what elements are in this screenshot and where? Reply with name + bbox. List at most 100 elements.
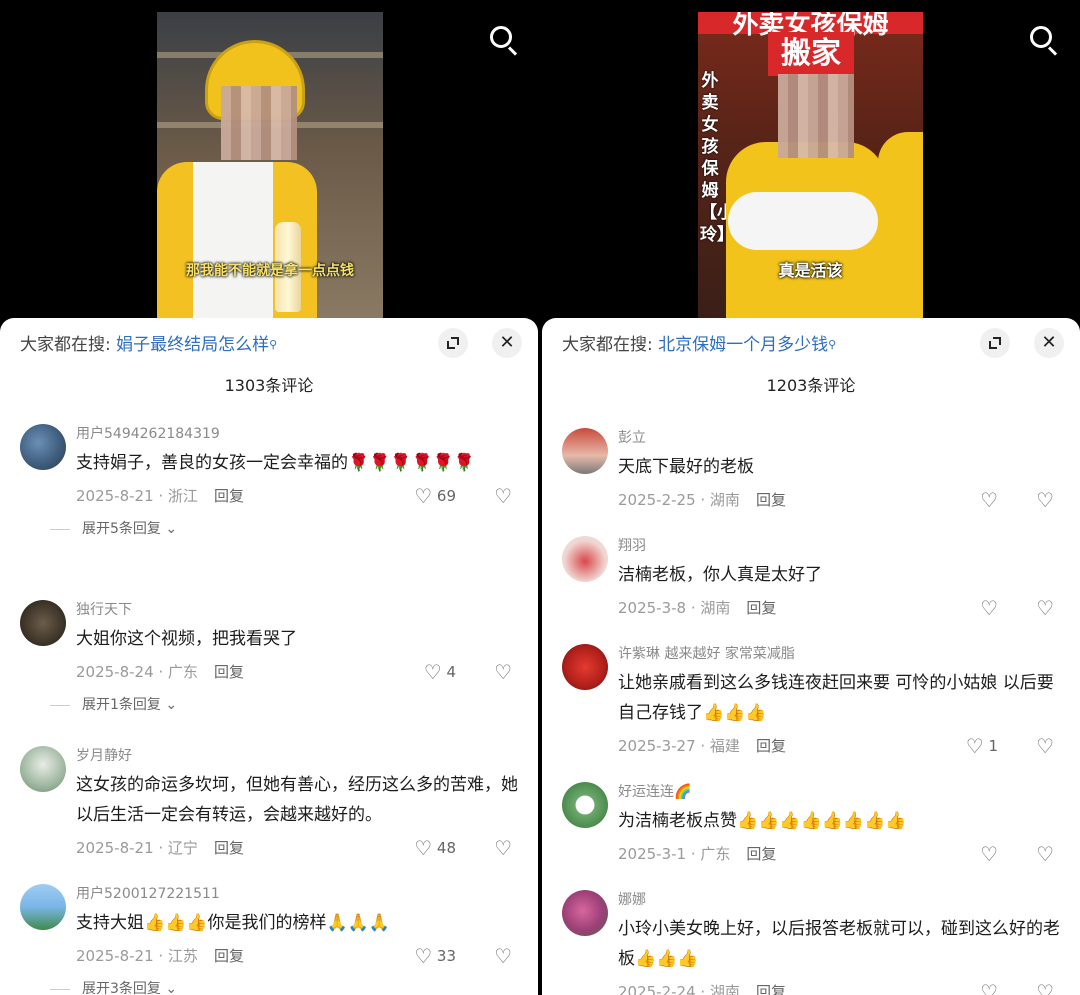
- heart-icon: ♡: [414, 836, 433, 860]
- expand-button[interactable]: [438, 328, 468, 358]
- comment-text: 支持娟子，善良的女孩一定会幸福的🌹🌹🌹🌹🌹🌹: [76, 453, 476, 473]
- search-prefix: 大家都在搜:: [20, 335, 111, 355]
- comment-date: 2025-2-25 · 湖南: [618, 491, 740, 509]
- like-button[interactable]: ♡ 48: [414, 834, 456, 862]
- close-button[interactable]: ✕: [1034, 328, 1064, 358]
- jacket-reflection: [878, 132, 923, 318]
- close-icon: ✕: [499, 332, 515, 353]
- broken-heart-icon[interactable]: ♡: [494, 658, 512, 686]
- comment-author[interactable]: 好运连连🌈: [618, 782, 1060, 802]
- heart-icon: ♡: [965, 734, 984, 758]
- search-term[interactable]: 北京保姆一个月多少钱: [658, 335, 828, 355]
- broken-heart-icon[interactable]: ♡: [494, 834, 512, 862]
- avatar[interactable]: [562, 644, 608, 690]
- comment-text: 这女孩的命运多坎坷，但她有善心，经历这么多的苦难，她以后生活一定会有转运，会越来…: [76, 775, 518, 825]
- like-count: 1: [988, 737, 998, 755]
- search-term[interactable]: 娟子最终结局怎么样: [116, 335, 269, 355]
- reply-button[interactable]: 回复: [214, 947, 244, 965]
- comment-date: 2025-3-27 · 福建: [618, 737, 740, 755]
- expand-button[interactable]: [980, 328, 1010, 358]
- heart-icon: ♡: [423, 660, 442, 684]
- search-icon[interactable]: [1028, 24, 1060, 56]
- comment-author[interactable]: 用户5200127221511: [76, 884, 518, 904]
- comment-author[interactable]: 许紫琳 越来越好 家常菜减脂: [618, 644, 1060, 664]
- avatar[interactable]: [562, 782, 608, 828]
- comment-author[interactable]: 翔羽: [618, 536, 1060, 556]
- comment-text: 大姐你这个视频，把我看哭了: [76, 629, 297, 649]
- comment-date: 2025-8-21 · 辽宁: [76, 839, 198, 857]
- comment-text: 小玲小美女晚上好，以后报答老板就可以，碰到这么好的老板👍👍👍: [618, 919, 1060, 969]
- comment-date: 2025-3-1 · 广东: [618, 845, 731, 863]
- avatar[interactable]: [562, 890, 608, 936]
- reply-button[interactable]: 回复: [214, 839, 244, 857]
- comment-count: 1303条评论: [224, 376, 314, 395]
- broken-heart-icon[interactable]: ♡: [1036, 486, 1054, 514]
- close-icon: ✕: [1041, 332, 1057, 353]
- broken-heart-icon[interactable]: ♡: [1036, 732, 1054, 760]
- like-button[interactable]: ♡: [980, 978, 998, 995]
- avatar[interactable]: [20, 424, 66, 470]
- comment-text: 支持大姐👍👍👍你是我们的榜样🙏🙏🙏: [76, 913, 391, 933]
- reply-button[interactable]: 回复: [746, 845, 776, 863]
- reply-button[interactable]: 回复: [756, 737, 786, 755]
- avatar[interactable]: [20, 600, 66, 646]
- like-count: 33: [436, 947, 456, 965]
- reply-button[interactable]: 回复: [214, 663, 244, 681]
- comment-author[interactable]: 用户5494262184319: [76, 424, 518, 444]
- like-button[interactable]: ♡: [980, 840, 998, 868]
- small-search-icon: ⚲: [828, 338, 837, 351]
- like-button[interactable]: ♡ 1: [966, 732, 998, 760]
- reply-button[interactable]: 回复: [756, 983, 786, 995]
- comment-author[interactable]: 岁月静好: [76, 746, 518, 766]
- comment-sheet: 大家都在搜: 北京保姆一个月多少钱⚲ ✕ 1203条评论 彭立 天底下最好的老板…: [542, 318, 1080, 995]
- expand-replies[interactable]: 展开5条回复 ⌄: [50, 518, 518, 540]
- broken-heart-icon[interactable]: ♡: [1036, 840, 1054, 868]
- video-move-label: 搬家: [768, 32, 854, 76]
- video-player[interactable]: 那我能不能就是拿一点点钱: [0, 0, 540, 318]
- heart-icon: ♡: [980, 488, 998, 512]
- blurred-face: [778, 74, 854, 158]
- comment-date: 2025-8-21 · 江苏: [76, 947, 198, 965]
- comment-author[interactable]: 彭立: [618, 428, 1060, 448]
- comment-text: 让她亲戚看到这么多钱连夜赶回来要 可怜的小姑娘 以后要自己存钱了👍👍👍: [618, 673, 1054, 723]
- broken-heart-icon[interactable]: ♡: [494, 942, 512, 970]
- reply-button[interactable]: 回复: [214, 487, 244, 505]
- expand-icon: [989, 337, 1001, 349]
- comment-text: 洁楠老板，你人真是太好了: [618, 565, 822, 585]
- reply-button[interactable]: 回复: [746, 599, 776, 617]
- heart-icon: ♡: [980, 980, 998, 995]
- video-subtitle: 那我能不能就是拿一点点钱: [186, 263, 354, 279]
- heart-icon: ♡: [980, 842, 998, 866]
- left-panel: 那我能不能就是拿一点点钱 大家都在搜: 娟子最终结局怎么样⚲ ✕ 1303条评论…: [0, 0, 540, 995]
- comment-author[interactable]: 娜娜: [618, 890, 1060, 910]
- like-button[interactable]: ♡: [980, 486, 998, 514]
- like-button[interactable]: ♡ 69: [414, 482, 456, 510]
- expand-replies[interactable]: 展开1条回复 ⌄: [50, 694, 518, 716]
- broken-heart-icon[interactable]: ♡: [1036, 978, 1054, 995]
- avatar[interactable]: [20, 884, 66, 930]
- search-icon[interactable]: [488, 24, 520, 56]
- search-prefix: 大家都在搜:: [562, 335, 653, 355]
- blurred-face: [221, 86, 297, 160]
- avatar[interactable]: [20, 746, 66, 792]
- shirt: [193, 162, 273, 318]
- comment-date: 2025-3-8 · 湖南: [618, 599, 731, 617]
- comment-author[interactable]: 独行天下: [76, 600, 518, 620]
- like-button[interactable]: ♡: [980, 594, 998, 622]
- broken-heart-icon[interactable]: ♡: [494, 482, 512, 510]
- comment-sheet: 大家都在搜: 娟子最终结局怎么样⚲ ✕ 1303条评论 用户5494262184…: [0, 318, 538, 995]
- reply-button[interactable]: 回复: [756, 491, 786, 509]
- comment-text: 天底下最好的老板: [618, 457, 754, 477]
- expand-replies[interactable]: 展开3条回复 ⌄: [50, 978, 518, 995]
- video-player[interactable]: 外卖女孩保姆 搬家 外卖女孩保姆【小玲】 真是活该: [540, 0, 1080, 318]
- video-banner: 外卖女孩保姆: [698, 12, 923, 40]
- like-button[interactable]: ♡ 4: [424, 658, 456, 686]
- avatar[interactable]: [562, 536, 608, 582]
- avatar[interactable]: [562, 428, 608, 474]
- sleeve: [728, 192, 878, 250]
- broken-heart-icon[interactable]: ♡: [1036, 594, 1054, 622]
- comment-date: 2025-2-24 · 湖南: [618, 983, 740, 995]
- close-button[interactable]: ✕: [492, 328, 522, 358]
- like-button[interactable]: ♡ 33: [414, 942, 456, 970]
- right-panel: 外卖女孩保姆 搬家 外卖女孩保姆【小玲】 真是活该 大家都在搜: 北京保姆一个月…: [540, 0, 1080, 995]
